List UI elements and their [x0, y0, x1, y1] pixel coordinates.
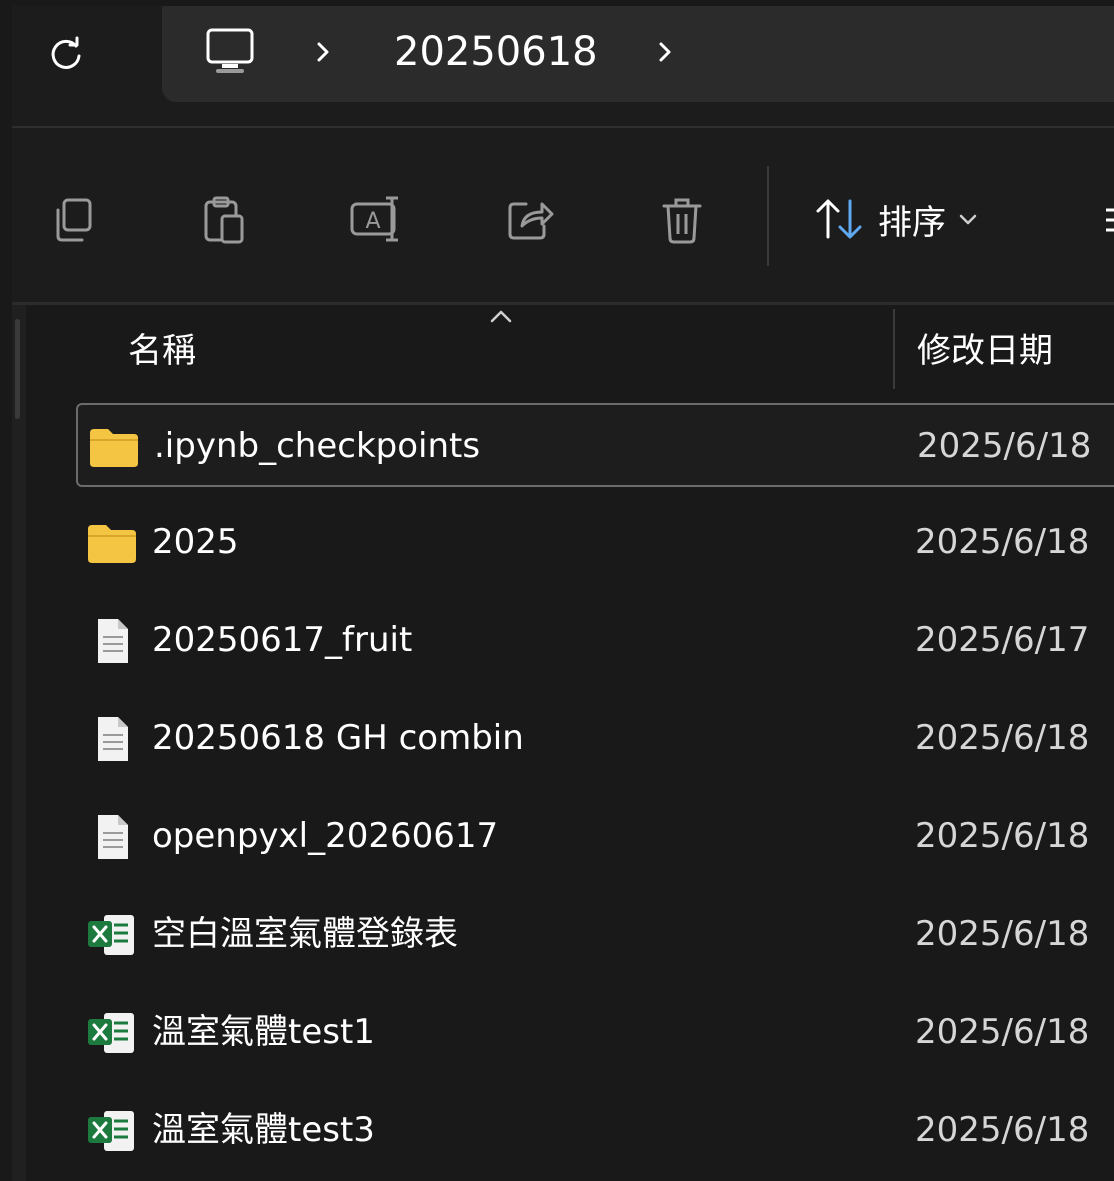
sort-arrows-icon [816, 199, 862, 239]
file-modified-date: 2025/6/18 [915, 914, 1090, 954]
folder-icon [90, 429, 138, 467]
file-name: .ipynb_checkpoints [154, 426, 481, 466]
delete-icon [662, 198, 702, 244]
excel-file-icon [88, 915, 134, 955]
file-name: 20250617_fruit [152, 620, 413, 660]
file-name: 溫室氣體test3 [152, 1110, 375, 1150]
copy-button[interactable] [42, 188, 106, 252]
file-name: 空白溫室氣體登錄表 [152, 914, 458, 954]
refresh-button[interactable] [40, 28, 92, 80]
sort-label: 排序 [878, 202, 946, 243]
excel-file-icon [88, 1111, 134, 1151]
column-resize-handle[interactable] [893, 309, 895, 389]
file-row[interactable]: 20250618 GH combin 2025/6/18 [76, 697, 1114, 781]
address-bar-row: 20250618 [12, 6, 1114, 128]
file-modified-date: 2025/6/18 [915, 522, 1090, 562]
share-icon [508, 202, 554, 240]
file-modified-date: 2025/6/18 [915, 816, 1090, 856]
paste-icon [204, 196, 244, 244]
column-header-modified[interactable]: 修改日期 [917, 323, 1053, 372]
command-toolbar: A 排序 [12, 128, 1114, 305]
excel-file-icon [88, 1013, 134, 1053]
file-modified-date: 2025/6/18 [915, 1110, 1090, 1150]
scrollbar-thumb[interactable] [15, 319, 20, 419]
file-explorer-window: 20250618 A 排序 名稱 修改日期 .ipynb_checkpoints… [12, 6, 1114, 1181]
delete-button[interactable] [650, 188, 714, 252]
breadcrumb-chevron-icon[interactable] [308, 32, 338, 72]
chevron-down-icon [959, 214, 977, 225]
breadcrumb-chevron-icon[interactable] [650, 32, 680, 72]
folder-icon [88, 525, 136, 563]
rename-button[interactable]: A [344, 188, 408, 252]
share-button[interactable] [498, 188, 562, 252]
document-icon [98, 815, 128, 859]
column-header-name[interactable]: 名稱 [128, 323, 196, 372]
file-row[interactable]: 溫室氣體test3 2025/6/18 [76, 1089, 1114, 1173]
computer-icon[interactable] [202, 24, 258, 80]
column-header-row: 名稱 修改日期 [26, 305, 1114, 397]
file-row[interactable]: .ipynb_checkpoints 2025/6/18 [76, 403, 1114, 487]
document-icon [98, 717, 128, 761]
address-box[interactable]: 20250618 [162, 6, 1114, 102]
file-name: 20250618 GH combin [152, 718, 524, 758]
sort-button[interactable]: 排序 [812, 184, 980, 254]
file-name: 溫室氣體test1 [152, 1012, 375, 1052]
view-menu-icon[interactable] [1098, 190, 1114, 250]
file-row[interactable]: 溫室氣體test1 2025/6/18 [76, 991, 1114, 1075]
file-row[interactable]: 空白溫室氣體登錄表 2025/6/18 [76, 893, 1114, 977]
file-row[interactable]: 20250617_fruit 2025/6/17 [76, 599, 1114, 683]
file-name: openpyxl_20260617 [152, 816, 499, 856]
file-modified-date: 2025/6/17 [915, 620, 1090, 660]
file-row[interactable]: 2025 2025/6/18 [76, 501, 1114, 585]
file-row[interactable]: openpyxl_20260617 2025/6/18 [76, 795, 1114, 879]
file-name: 2025 [152, 522, 239, 562]
copy-icon [56, 198, 92, 242]
file-modified-date: 2025/6/18 [917, 426, 1092, 466]
file-modified-date: 2025/6/18 [915, 718, 1090, 758]
paste-button[interactable] [192, 188, 256, 252]
file-modified-date: 2025/6/18 [915, 1012, 1090, 1052]
refresh-icon [51, 36, 81, 69]
breadcrumb-folder[interactable]: 20250618 [394, 24, 598, 80]
navigation-pane-edge[interactable] [12, 305, 26, 1181]
svg-text:A: A [365, 209, 380, 234]
document-icon [98, 619, 128, 663]
toolbar-separator [767, 166, 769, 266]
sort-ascending-icon [490, 310, 512, 323]
rename-icon: A [350, 196, 398, 242]
